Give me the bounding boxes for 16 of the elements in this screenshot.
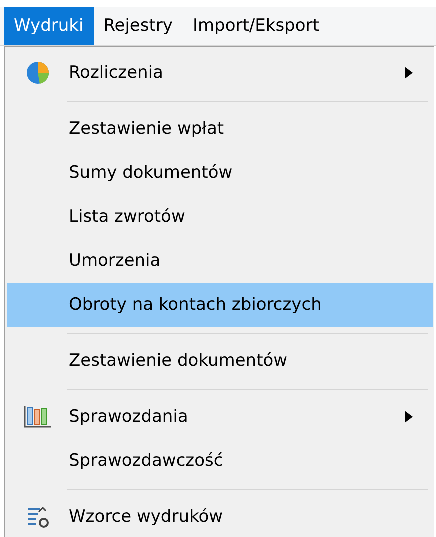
menu-item[interactable]: Sprawozdawczość bbox=[7, 439, 433, 483]
menu-item[interactable]: Sumy dokumentów bbox=[7, 151, 433, 195]
menu-item[interactable]: Sprawozdania bbox=[7, 395, 433, 439]
menu-item[interactable]: Rozliczenia bbox=[7, 51, 433, 95]
menu-item[interactable]: Wzorce wydruków bbox=[7, 495, 433, 537]
menu-bar-item[interactable]: Rejestry bbox=[94, 7, 183, 45]
menu-item[interactable]: Zestawienie dokumentów bbox=[7, 339, 433, 383]
document-gear-icon bbox=[26, 505, 50, 529]
menu-item[interactable]: Lista zwrotów bbox=[7, 195, 433, 239]
menu-bar-item[interactable]: Wydruki bbox=[4, 7, 94, 45]
menu-item[interactable]: Zestawienie wpłat bbox=[7, 107, 433, 151]
bar-chart-icon bbox=[24, 406, 52, 428]
menu-item[interactable]: Obroty na kontach zbiorczych bbox=[7, 283, 433, 327]
pie-chart-icon bbox=[26, 61, 50, 85]
menu-bar-item[interactable]: Import/Eksport bbox=[182, 7, 330, 45]
menu-item[interactable]: Umorzenia bbox=[7, 239, 433, 283]
